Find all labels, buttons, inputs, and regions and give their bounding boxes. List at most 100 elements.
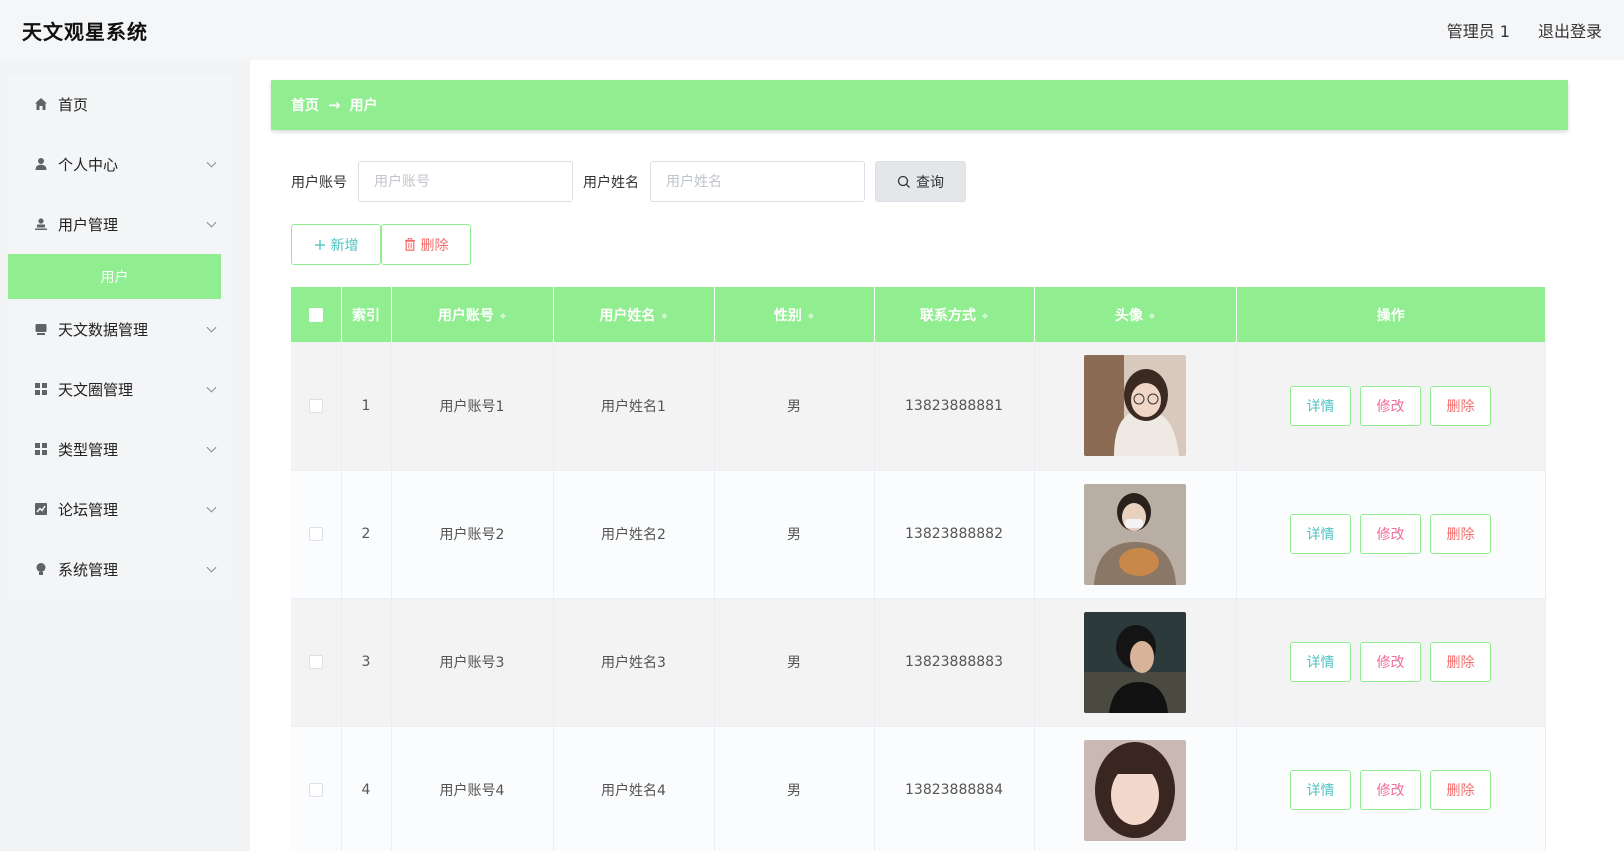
table-header-row: 索引 用户账号 ◆ 用户姓名 ◆ 性别 ◆ 联系方式 ◆ 头像 ◆ 操作 <box>291 287 1545 342</box>
sidebar-item-label: 首页 <box>58 95 89 114</box>
column-header-phone[interactable]: 联系方式 ◆ <box>874 287 1035 342</box>
delete-button[interactable]: 删除 <box>1430 385 1491 426</box>
select-all-checkbox[interactable] <box>308 307 323 322</box>
account-label: 用户账号 <box>291 174 347 191</box>
cell-actions: 详情 修改 删除 <box>1236 470 1546 599</box>
current-user[interactable]: 管理员 1 <box>1447 18 1510 42</box>
row-checkbox[interactable] <box>308 783 323 797</box>
column-header-account[interactable]: 用户账号 ◆ <box>391 287 554 342</box>
cell-avatar <box>1034 598 1237 727</box>
sidebar-item-forum[interactable]: 论坛管理 <box>8 479 233 539</box>
sort-icon[interactable]: ◆ <box>500 311 506 320</box>
sidebar-menu: 首页 个人中心 用户管理 用户 天文数据管理 天文圈管理 类型管理 论坛管理 系… <box>8 74 233 599</box>
column-header-actions: 操作 <box>1236 287 1545 342</box>
cell-gender: 男 <box>714 342 875 471</box>
row-select-cell <box>291 726 342 851</box>
cell-avatar <box>1034 342 1237 471</box>
detail-button[interactable]: 详情 <box>1290 642 1351 682</box>
home-icon <box>34 97 48 111</box>
chevron-down-icon <box>206 157 217 168</box>
delete-button[interactable]: 删除 <box>1430 770 1491 810</box>
table-row: 1 用户账号1 用户姓名1 男 13823888881 详情 修改 删除 <box>291 342 1546 471</box>
sort-icon[interactable]: ◆ <box>1149 311 1155 320</box>
cell-avatar <box>1034 470 1237 599</box>
avatar-image[interactable] <box>1084 483 1186 585</box>
trash-icon <box>404 238 415 251</box>
delete-button[interactable]: 删除 <box>1430 642 1491 682</box>
cell-phone: 13823888881 <box>874 342 1035 471</box>
sidebar-item-type-management[interactable]: 类型管理 <box>8 419 233 479</box>
cell-phone: 13823888884 <box>874 726 1035 851</box>
sidebar-subitem-user[interactable]: 用户 <box>8 254 221 299</box>
sort-icon[interactable]: ◆ <box>808 311 814 320</box>
column-header-label: 用户账号 <box>437 307 494 324</box>
query-button[interactable]: 查询 <box>875 161 966 202</box>
cell-phone: 13823888883 <box>874 598 1035 727</box>
name-search-input[interactable] <box>650 161 865 202</box>
edit-button[interactable]: 修改 <box>1360 385 1421 426</box>
sidebar-item-astro-data[interactable]: 天文数据管理 <box>8 299 233 359</box>
sort-icon[interactable]: ◆ <box>661 311 667 320</box>
chevron-down-icon <box>206 502 217 513</box>
detail-button[interactable]: 详情 <box>1290 514 1351 554</box>
sidebar-item-astro-circle[interactable]: 天文圈管理 <box>8 359 233 419</box>
detail-button[interactable]: 详情 <box>1290 385 1351 426</box>
table-row: 4 用户账号4 用户姓名4 男 13823888884 详情 修改 删除 <box>291 726 1546 851</box>
grid-icon <box>34 442 48 456</box>
cell-account: 用户账号4 <box>391 726 554 851</box>
account-search-input[interactable] <box>358 161 573 202</box>
column-header-label: 头像 <box>1114 307 1143 324</box>
column-header-name[interactable]: 用户姓名 ◆ <box>553 287 715 342</box>
cell-index: 3 <box>341 598 392 727</box>
column-header-avatar[interactable]: 头像 ◆ <box>1034 287 1237 342</box>
name-label: 用户姓名 <box>583 174 639 191</box>
edit-button[interactable]: 修改 <box>1360 514 1421 554</box>
chevron-down-icon <box>206 322 217 333</box>
cell-gender: 男 <box>714 470 875 599</box>
top-header: 天文观星系统 管理员 1 退出登录 <box>0 0 1624 60</box>
cell-account: 用户账号1 <box>391 342 554 471</box>
table-row: 3 用户账号3 用户姓名3 男 13823888883 详情 修改 删除 <box>291 598 1546 727</box>
avatar-image[interactable] <box>1084 739 1186 841</box>
row-checkbox[interactable] <box>308 655 323 669</box>
add-button[interactable]: 新增 <box>291 224 381 265</box>
column-header-label: 用户姓名 <box>599 307 656 324</box>
sidebar-item-label: 个人中心 <box>58 155 119 174</box>
avatar-image[interactable] <box>1084 611 1186 713</box>
row-checkbox[interactable] <box>308 398 323 413</box>
row-checkbox[interactable] <box>308 527 323 541</box>
user-table: 索引 用户账号 ◆ 用户姓名 ◆ 性别 ◆ 联系方式 ◆ 头像 ◆ 操作 1 用户账号1 … <box>291 287 1547 851</box>
app-title: 天文观星系统 <box>22 19 148 44</box>
edit-button[interactable]: 修改 <box>1360 770 1421 810</box>
delete-button[interactable]: 删除 <box>1430 514 1491 554</box>
chevron-down-icon <box>206 382 217 393</box>
avatar-image[interactable] <box>1084 355 1186 457</box>
column-header-index: 索引 <box>341 287 392 342</box>
logout-link[interactable]: 退出登录 <box>1538 18 1602 42</box>
sidebar-item-user-management[interactable]: 用户管理 <box>8 194 233 254</box>
detail-button[interactable]: 详情 <box>1290 770 1351 810</box>
cell-name: 用户姓名2 <box>553 470 715 599</box>
cell-index: 2 <box>341 470 392 599</box>
plus-icon <box>314 239 325 250</box>
chart-icon <box>34 502 48 516</box>
breadcrumb-home[interactable]: 首页 <box>291 95 319 115</box>
batch-delete-button[interactable]: 删除 <box>381 224 471 265</box>
bulb-icon <box>34 562 48 576</box>
cell-actions: 详情 修改 删除 <box>1236 598 1546 727</box>
user-icon <box>34 157 48 171</box>
header-right: 管理员 1 退出登录 <box>1447 18 1602 42</box>
cell-gender: 男 <box>714 726 875 851</box>
search-icon <box>897 175 910 188</box>
sidebar-item-system[interactable]: 系统管理 <box>8 539 233 599</box>
sort-icon[interactable]: ◆ <box>982 311 988 320</box>
cell-account: 用户账号3 <box>391 598 554 727</box>
sidebar-item-personal-center[interactable]: 个人中心 <box>8 134 233 194</box>
sidebar-item-home[interactable]: 首页 <box>8 74 233 134</box>
column-header-gender[interactable]: 性别 ◆ <box>714 287 875 342</box>
cell-name: 用户姓名1 <box>553 342 715 471</box>
sidebar-item-label: 类型管理 <box>58 440 119 459</box>
edit-button[interactable]: 修改 <box>1360 642 1421 682</box>
cell-index: 4 <box>341 726 392 851</box>
add-button-label: 新增 <box>330 237 359 254</box>
